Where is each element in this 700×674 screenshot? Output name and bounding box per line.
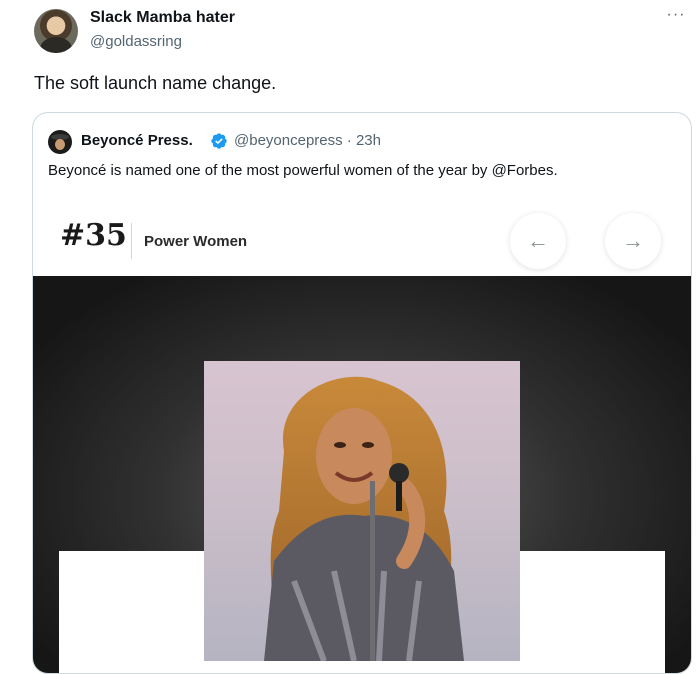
quoted-tweet[interactable]: Beyoncé Press. @beyoncepress · 23h Beyon…	[32, 112, 692, 674]
author-avatar[interactable]	[34, 9, 78, 53]
tweet: Slack Mamba hater @goldassring ··· The s…	[0, 0, 700, 674]
author-handle[interactable]: @goldassring	[90, 33, 182, 50]
verified-badge-icon	[211, 133, 227, 149]
author-name[interactable]: Slack Mamba hater	[90, 9, 235, 27]
list-name: Power Women	[144, 233, 248, 250]
media-image[interactable]	[33, 276, 691, 673]
rank-number: #35	[60, 218, 127, 253]
ranking-header: #35 Power Women ← →	[33, 208, 691, 276]
quoted-author-name[interactable]: Beyoncé Press.	[81, 132, 193, 149]
previous-arrow-button[interactable]: ←	[510, 213, 566, 269]
rank-divider	[131, 223, 132, 259]
tweet-text: The soft launch name change.	[34, 73, 277, 93]
quoted-author-handle[interactable]: @beyoncepress · 23h	[234, 132, 381, 149]
quoted-author-avatar[interactable]	[48, 130, 72, 154]
portrait-photo	[204, 361, 520, 661]
quoted-tweet-text: Beyoncé is named one of the most powerfu…	[48, 162, 558, 179]
next-arrow-button[interactable]: →	[605, 213, 661, 269]
more-icon[interactable]: ···	[664, 6, 688, 26]
